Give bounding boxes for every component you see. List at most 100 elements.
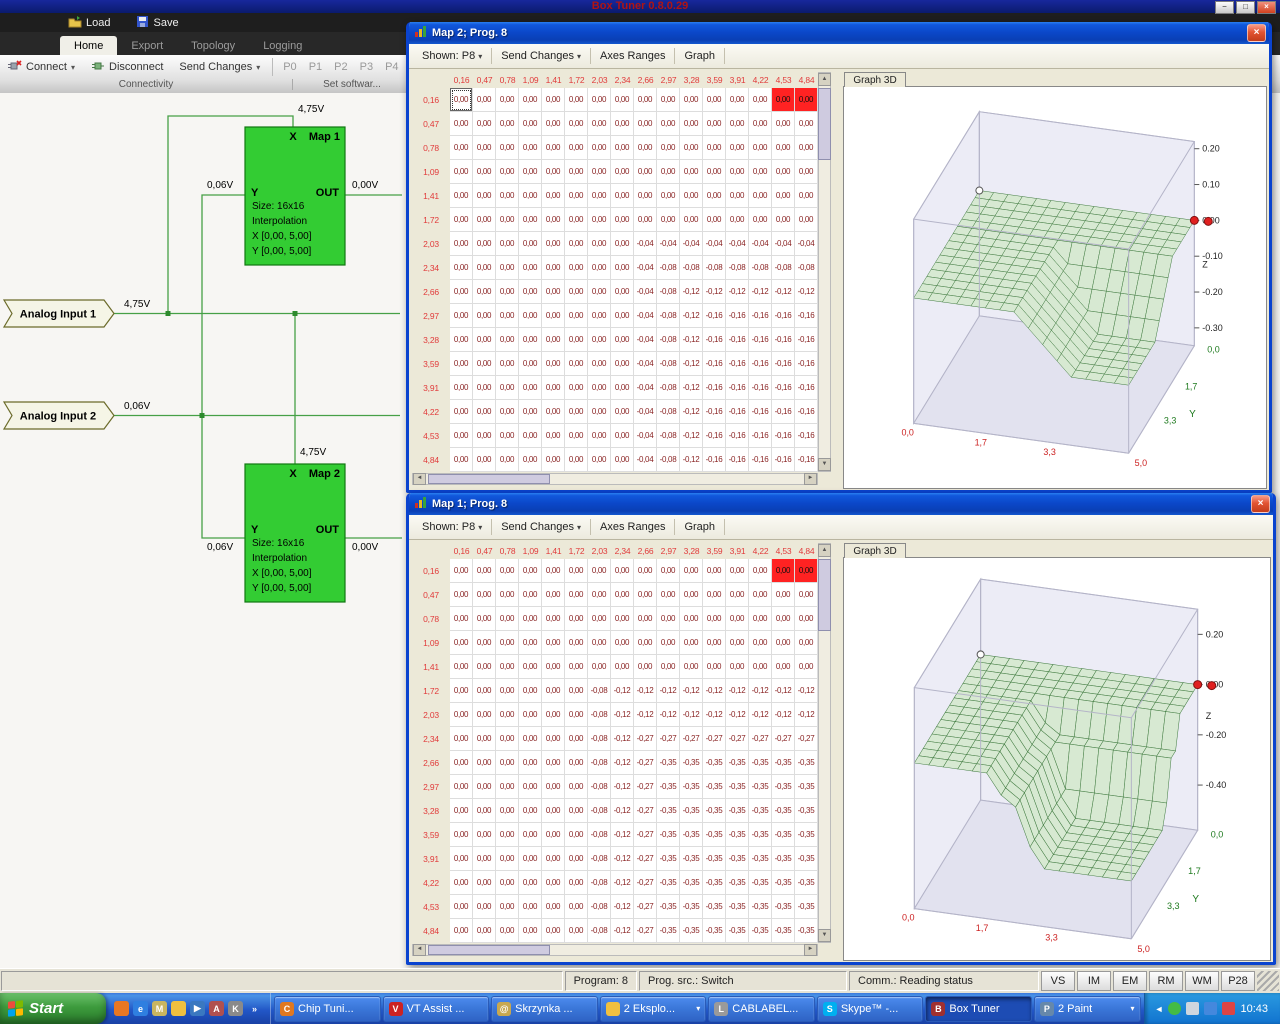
grid-cell[interactable]: -0,08 xyxy=(657,424,680,448)
grid-cell[interactable]: 0,00 xyxy=(772,88,795,112)
grid-cell[interactable]: 0,00 xyxy=(611,112,634,136)
grid-cell[interactable]: -0,35 xyxy=(795,919,818,943)
grid-cell[interactable]: -0,27 xyxy=(634,775,657,799)
grid-cell[interactable]: 0,00 xyxy=(657,607,680,631)
grid-cell[interactable]: 0,00 xyxy=(611,352,634,376)
grid-cell[interactable]: -0,35 xyxy=(657,871,680,895)
grid-cell[interactable]: -0,04 xyxy=(634,280,657,304)
grid-cell[interactable]: -0,12 xyxy=(657,679,680,703)
grid-cell[interactable]: -0,35 xyxy=(680,895,703,919)
row-header[interactable]: 3,28 xyxy=(412,799,450,823)
grid-cell[interactable]: -0,12 xyxy=(611,727,634,751)
grid-cell[interactable]: 0,00 xyxy=(519,847,542,871)
col-header[interactable]: 1,41 xyxy=(542,72,565,88)
scroll-left-icon[interactable]: ◄ xyxy=(413,944,426,956)
grid-cell[interactable]: 0,00 xyxy=(680,184,703,208)
col-header[interactable]: 3,59 xyxy=(703,72,726,88)
grid-cell[interactable]: -0,12 xyxy=(634,703,657,727)
grid-cell[interactable]: 0,00 xyxy=(588,184,611,208)
tray-status-icon[interactable] xyxy=(1222,1002,1235,1015)
graph-3d-tab[interactable]: Graph 3D xyxy=(844,72,906,87)
taskbar-button-cablabel-[interactable]: LCABLABEL... xyxy=(708,996,815,1022)
grid-cell[interactable]: 0,00 xyxy=(450,280,473,304)
grid-cell[interactable]: -0,35 xyxy=(657,919,680,943)
grid-cell[interactable]: 0,00 xyxy=(496,703,519,727)
grid-cell[interactable]: 0,00 xyxy=(749,607,772,631)
grid-cell[interactable]: 0,00 xyxy=(542,679,565,703)
grid-cell[interactable]: -0,08 xyxy=(588,775,611,799)
grid-cell[interactable]: -0,08 xyxy=(657,328,680,352)
close-button[interactable]: × xyxy=(1251,495,1270,513)
grid-cell[interactable]: -0,16 xyxy=(772,352,795,376)
col-header[interactable]: 1,41 xyxy=(542,543,565,559)
taskbar-button-box-tuner[interactable]: BBox Tuner xyxy=(925,996,1032,1022)
taskbar-button-vt-assist-[interactable]: VVT Assist ... xyxy=(383,996,490,1022)
grid-cell[interactable]: 0,00 xyxy=(726,655,749,679)
col-header[interactable]: 3,28 xyxy=(680,72,703,88)
grid-cell[interactable]: 0,00 xyxy=(450,895,473,919)
grid-cell[interactable]: 0,00 xyxy=(519,136,542,160)
grid-cell[interactable]: 0,00 xyxy=(634,631,657,655)
graph-3d-view[interactable]: 0.200.100.00-0.10-0.20-0.30Z0,01,73,35,0… xyxy=(843,86,1267,489)
grid-cell[interactable]: 0,00 xyxy=(450,727,473,751)
grid-cell[interactable]: -0,16 xyxy=(795,328,818,352)
grid-cell[interactable]: 0,00 xyxy=(634,160,657,184)
grid-cell[interactable]: -0,08 xyxy=(588,847,611,871)
grid-cell[interactable]: -0,35 xyxy=(657,799,680,823)
grid-cell[interactable]: -0,35 xyxy=(657,895,680,919)
grid-cell[interactable]: 0,00 xyxy=(496,448,519,472)
grid-cell[interactable]: -0,35 xyxy=(795,823,818,847)
grid-cell[interactable]: 0,00 xyxy=(772,583,795,607)
grid-cell[interactable]: 0,00 xyxy=(634,88,657,112)
grid-cell[interactable]: 0,00 xyxy=(496,184,519,208)
grid-cell[interactable]: 0,00 xyxy=(703,184,726,208)
browser-icon[interactable] xyxy=(114,1001,129,1016)
grid-cell[interactable]: -0,35 xyxy=(772,871,795,895)
grid-cell[interactable]: 0,00 xyxy=(450,136,473,160)
col-header[interactable]: 3,91 xyxy=(726,543,749,559)
taskbar-button-skrzynka-[interactable]: @Skrzynka ... xyxy=(491,996,598,1022)
grid-cell[interactable]: -0,08 xyxy=(588,919,611,943)
tab-home[interactable]: Home xyxy=(60,36,117,55)
grid-cell[interactable]: -0,16 xyxy=(749,304,772,328)
scrollbar-thumb[interactable] xyxy=(818,88,831,160)
grid-cell[interactable]: 0,00 xyxy=(519,871,542,895)
grid-cell[interactable]: 0,00 xyxy=(657,655,680,679)
grid-cell[interactable]: 0,00 xyxy=(496,583,519,607)
grid-cell[interactable]: 0,00 xyxy=(519,304,542,328)
row-header[interactable]: 0,47 xyxy=(412,583,450,607)
grid-cell[interactable]: 0,00 xyxy=(519,424,542,448)
grid-cell[interactable]: 0,00 xyxy=(450,256,473,280)
save-button[interactable]: Save xyxy=(128,14,186,32)
grid-cell[interactable]: 0,00 xyxy=(611,160,634,184)
grid-cell[interactable]: -0,12 xyxy=(657,703,680,727)
grid-cell[interactable]: 0,00 xyxy=(473,424,496,448)
grid-cell[interactable]: 0,00 xyxy=(496,607,519,631)
grid-cell[interactable]: -0,04 xyxy=(795,232,818,256)
grid-cell[interactable]: -0,12 xyxy=(749,280,772,304)
row-header[interactable]: 2,97 xyxy=(412,304,450,328)
grid-cell[interactable]: 0,00 xyxy=(565,400,588,424)
row-header[interactable]: 0,16 xyxy=(412,559,450,583)
grid-cell[interactable]: 0,00 xyxy=(680,631,703,655)
grid-cell[interactable]: 0,00 xyxy=(519,112,542,136)
grid-cell[interactable]: -0,04 xyxy=(657,232,680,256)
grid-cell[interactable]: 0,00 xyxy=(588,328,611,352)
grid-cell[interactable]: -0,16 xyxy=(726,352,749,376)
grid-cell[interactable]: 0,00 xyxy=(588,280,611,304)
program-button-p1[interactable]: P1 xyxy=(303,59,328,75)
grid-cell[interactable]: -0,16 xyxy=(749,448,772,472)
grid-cell[interactable]: 0,00 xyxy=(749,112,772,136)
grid-cell[interactable]: -0,04 xyxy=(634,448,657,472)
grid-cell[interactable]: -0,16 xyxy=(772,304,795,328)
grid-cell[interactable]: -0,12 xyxy=(611,679,634,703)
grid-cell[interactable]: 0,00 xyxy=(634,184,657,208)
grid-cell[interactable]: -0,12 xyxy=(749,679,772,703)
grid-cell[interactable]: 0,00 xyxy=(473,88,496,112)
grid-cell[interactable]: -0,35 xyxy=(703,919,726,943)
grid-cell[interactable]: 0,00 xyxy=(611,232,634,256)
grid-cell[interactable]: 0,00 xyxy=(519,352,542,376)
grid-cell[interactable]: -0,35 xyxy=(703,847,726,871)
grid-cell[interactable]: 0,00 xyxy=(496,88,519,112)
scroll-down-icon[interactable]: ▼ xyxy=(818,929,831,942)
